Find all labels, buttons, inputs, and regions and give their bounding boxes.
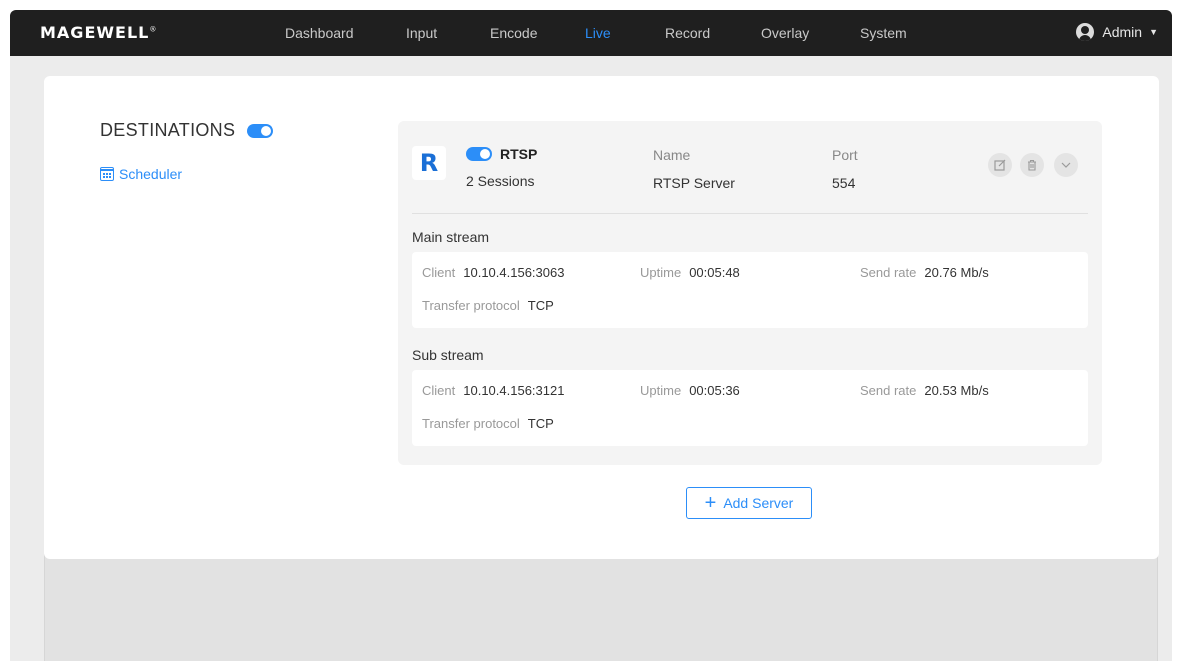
main-send-rate: Send rate 20.76 Mb/s bbox=[860, 265, 989, 280]
add-server-label: Add Server bbox=[723, 495, 794, 511]
user-name: Admin bbox=[1102, 24, 1143, 40]
sub-stream-title: Sub stream bbox=[412, 347, 484, 363]
add-server-button[interactable]: + Add Server bbox=[686, 487, 812, 519]
calendar-icon bbox=[100, 167, 114, 181]
protocol-line: RTSP bbox=[466, 146, 537, 162]
chevron-down-icon bbox=[1061, 162, 1071, 168]
sub-stream-panel: Client 10.10.4.156:3121 Uptime 00:05:36 Se… bbox=[412, 370, 1088, 446]
main-client: Client 10.10.4.156:3063 bbox=[422, 265, 565, 280]
divider bbox=[412, 213, 1088, 214]
user-avatar-icon bbox=[1076, 23, 1095, 41]
caret-down-icon: ▼ bbox=[1149, 27, 1158, 37]
destinations-heading: DESTINATIONS bbox=[100, 120, 274, 141]
nav-system[interactable]: System bbox=[860, 25, 907, 41]
name-label: Name bbox=[653, 147, 691, 163]
app-frame: MAGEWELL® Dashboard Input Encode Live Re… bbox=[10, 10, 1172, 661]
destinations-card: DESTINATIONS Scheduler R RTSP 2 Sessions… bbox=[44, 76, 1159, 559]
nav-encode[interactable]: Encode bbox=[490, 25, 537, 41]
expand-server-button[interactable] bbox=[1054, 153, 1078, 177]
scheduler-link[interactable]: Scheduler bbox=[100, 166, 182, 182]
destinations-toggle[interactable] bbox=[247, 123, 274, 138]
plus-icon: + bbox=[704, 492, 717, 514]
magewell-logo: MAGEWELL® bbox=[40, 23, 158, 42]
name-value: RTSP Server bbox=[653, 175, 735, 191]
main-stream-title: Main stream bbox=[412, 229, 490, 245]
destinations-title: DESTINATIONS bbox=[100, 120, 236, 140]
rtsp-server-card: R RTSP 2 Sessions Name RTSP Server Port … bbox=[398, 121, 1102, 465]
sub-transfer-protocol: Transfer protocol TCP bbox=[422, 416, 554, 431]
sub-send-rate: Send rate 20.53 Mb/s bbox=[860, 383, 989, 398]
edit-server-button[interactable] bbox=[988, 153, 1012, 177]
edit-icon bbox=[994, 159, 1006, 171]
scheduler-label: Scheduler bbox=[119, 166, 183, 182]
delete-server-button[interactable] bbox=[1020, 153, 1044, 177]
main-stream-panel: Client 10.10.4.156:3063 Uptime 00:05:48 Se… bbox=[412, 252, 1088, 328]
sub-uptime: Uptime 00:05:36 bbox=[640, 383, 740, 398]
main-uptime: Uptime 00:05:48 bbox=[640, 265, 740, 280]
port-value: 554 bbox=[832, 175, 856, 191]
sessions-count: 2 Sessions bbox=[466, 173, 535, 189]
nav-overlay[interactable]: Overlay bbox=[761, 25, 809, 41]
top-navbar: MAGEWELL® Dashboard Input Encode Live Re… bbox=[10, 10, 1172, 56]
nav-input[interactable]: Input bbox=[406, 25, 437, 41]
trash-icon bbox=[1028, 159, 1036, 171]
protocol-name: RTSP bbox=[500, 146, 538, 162]
server-enable-toggle[interactable] bbox=[466, 147, 492, 161]
user-menu[interactable]: Admin ▼ bbox=[1076, 23, 1158, 41]
background-panel bbox=[44, 550, 1158, 661]
nav-record[interactable]: Record bbox=[665, 25, 710, 41]
nav-live[interactable]: Live bbox=[585, 25, 611, 41]
nav-dashboard[interactable]: Dashboard bbox=[285, 25, 354, 41]
rtsp-logo-icon: R bbox=[412, 146, 446, 180]
port-label: Port bbox=[832, 147, 858, 163]
main-transfer-protocol: Transfer protocol TCP bbox=[422, 298, 554, 313]
sub-client: Client 10.10.4.156:3121 bbox=[422, 383, 565, 398]
